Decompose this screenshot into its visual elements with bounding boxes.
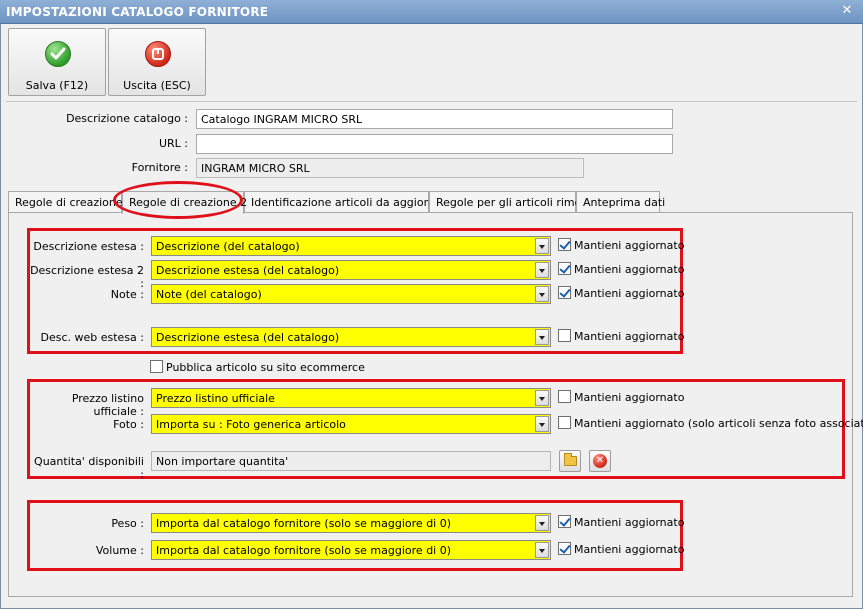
fornitore-label: Fornitore : — [131, 161, 188, 174]
chevron-down-icon[interactable] — [535, 390, 549, 406]
desc-estesa-keep-checkbox[interactable] — [558, 238, 571, 251]
pubblica-checkbox[interactable] — [150, 360, 163, 373]
volume-label: Volume : — [95, 544, 144, 557]
chevron-down-icon[interactable] — [535, 262, 549, 278]
foto-select[interactable]: Importa su : Foto generica articolo — [151, 414, 551, 434]
clear-button[interactable]: ✕ — [589, 450, 611, 472]
quantita-label: Quantita' disponibili : — [34, 455, 144, 481]
volume-select[interactable]: Importa dal catalogo fornitore (solo se … — [151, 540, 551, 560]
prezzo-keep-checkbox[interactable] — [558, 390, 571, 403]
volume-keep-label: Mantieni aggiornato — [574, 543, 685, 556]
tab-regole-1[interactable]: Regole di creazione 1 — [8, 191, 133, 213]
peso-label: Peso : — [111, 517, 144, 530]
group-peso-volume-box — [27, 500, 683, 571]
volume-value: Importa dal catalogo fornitore (solo se … — [156, 544, 452, 557]
toolbar-divider — [6, 101, 857, 102]
chevron-down-icon[interactable] — [535, 515, 549, 531]
desc-estesa2-keep-checkbox[interactable] — [558, 262, 571, 275]
desc-estesa2-value: Descrizione estesa (del catalogo) — [156, 264, 340, 277]
desc-estesa-label: Descrizione estesa : — [33, 240, 144, 253]
save-button-label: Salva (F12) — [25, 79, 89, 92]
desc-estesa-value: Descrizione (del catalogo) — [156, 240, 300, 253]
title-bar: IMPOSTAZIONI CATALOGO FORNITORE ✕ — [0, 0, 863, 24]
desc-estesa2-keep-label: Mantieni aggiornato — [574, 263, 685, 276]
note-select[interactable]: Note (del catalogo) — [151, 284, 551, 304]
foto-value: Importa su : Foto generica articolo — [156, 418, 346, 431]
note-keep-label: Mantieni aggiornato — [574, 287, 685, 300]
descrizione-input[interactable]: Catalogo INGRAM MICRO SRL — [196, 109, 673, 129]
url-input[interactable] — [196, 134, 673, 154]
desc-estesa2-select[interactable]: Descrizione estesa (del catalogo) — [151, 260, 551, 280]
exit-button-label: Uscita (ESC) — [123, 79, 191, 92]
note-value: Note (del catalogo) — [156, 288, 262, 301]
chevron-down-icon[interactable] — [535, 416, 549, 432]
volume-keep-checkbox[interactable] — [558, 542, 571, 555]
desc-web-select[interactable]: Descrizione estesa (del catalogo) — [151, 327, 551, 347]
desc-web-label: Desc. web estesa : — [40, 331, 144, 344]
check-icon — [45, 41, 71, 67]
foto-keep-checkbox[interactable] — [558, 416, 571, 429]
pubblica-label: Pubblica articolo su sito ecommerce — [166, 361, 365, 374]
power-icon — [145, 41, 171, 67]
prezzo-select[interactable]: Prezzo listino ufficiale — [151, 388, 551, 408]
tab-anteprima[interactable]: Anteprima dati — [576, 191, 665, 213]
peso-select[interactable]: Importa dal catalogo fornitore (solo se … — [151, 513, 551, 533]
fornitore-field: INGRAM MICRO SRL — [196, 158, 584, 178]
window-title: IMPOSTAZIONI CATALOGO FORNITORE — [6, 5, 269, 19]
exit-button[interactable]: Uscita (ESC) — [108, 28, 206, 96]
peso-value: Importa dal catalogo fornitore (solo se … — [156, 517, 452, 530]
note-keep-checkbox[interactable] — [558, 286, 571, 299]
tab-highlight-circle — [113, 181, 243, 219]
foto-label: Foto : — [113, 418, 144, 431]
delete-icon: ✕ — [593, 454, 607, 468]
chevron-down-icon[interactable] — [535, 542, 549, 558]
desc-estesa2-label: Descrizione estesa 2 : — [30, 264, 144, 290]
desc-web-value: Descrizione estesa (del catalogo) — [156, 331, 340, 344]
prezzo-value: Prezzo listino ufficiale — [156, 392, 275, 405]
note-label: Note : — [110, 288, 144, 301]
quantita-field: Non importare quantita' — [151, 451, 551, 471]
desc-web-keep-checkbox[interactable] — [558, 329, 571, 342]
chevron-down-icon[interactable] — [535, 329, 549, 345]
peso-keep-label: Mantieni aggiornato — [574, 516, 685, 529]
descrizione-label: Descrizione catalogo : — [66, 112, 188, 125]
tab-articoli-rimossi[interactable]: Regole per gli articoli rimossi — [429, 191, 596, 213]
tab-identificazione[interactable]: Identificazione articoli da aggiornare — [244, 191, 453, 213]
desc-estesa-select[interactable]: Descrizione (del catalogo) — [151, 236, 551, 256]
folder-icon — [564, 453, 577, 466]
browse-button[interactable] — [559, 450, 581, 472]
chevron-down-icon[interactable] — [535, 238, 549, 254]
peso-keep-checkbox[interactable] — [558, 515, 571, 528]
save-button[interactable]: Salva (F12) — [8, 28, 106, 96]
chevron-down-icon[interactable] — [535, 286, 549, 302]
close-icon[interactable]: ✕ — [839, 3, 855, 19]
foto-keep-label: Mantieni aggiornato (solo articoli senza… — [574, 417, 863, 430]
prezzo-keep-label: Mantieni aggiornato — [574, 391, 685, 404]
prezzo-label: Prezzo listino ufficiale : — [71, 392, 144, 418]
url-label: URL : — [158, 137, 188, 150]
desc-estesa-keep-label: Mantieni aggiornato — [574, 239, 685, 252]
desc-web-keep-label: Mantieni aggiornato — [574, 330, 685, 343]
